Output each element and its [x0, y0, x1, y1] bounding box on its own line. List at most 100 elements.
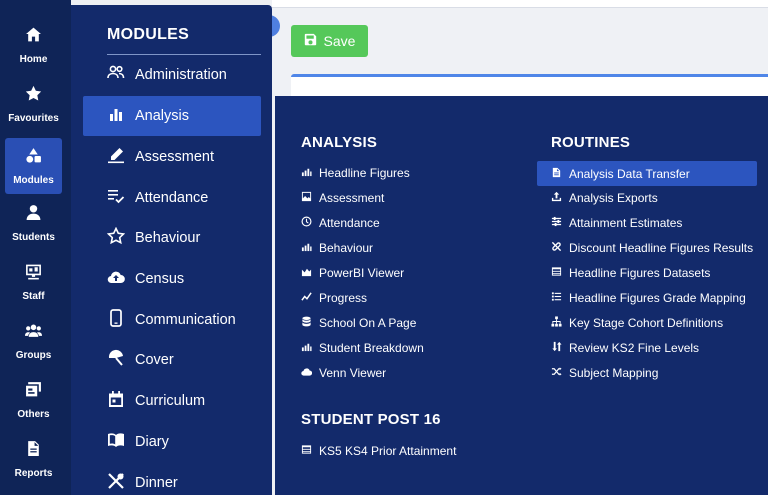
menu-item-label: Analysis Exports: [569, 191, 658, 205]
save-button-label: Save: [323, 33, 356, 49]
menu-item-key-stage-cohort-definitions[interactable]: Key Stage Cohort Definitions: [551, 312, 723, 334]
menu-item-discount-headline-figures-results[interactable]: Discount Headline Figures Results: [551, 237, 753, 259]
upload-icon: [551, 191, 562, 205]
module-item-assessment[interactable]: Assessment: [83, 137, 261, 177]
rail-item-label: Modules: [13, 174, 54, 186]
rail-item-modules[interactable]: Modules: [5, 138, 62, 194]
menu-item-ks5-ks4-prior-attainment[interactable]: KS5 KS4 Prior Attainment: [301, 440, 456, 462]
menu-item-review-ks2-fine-levels[interactable]: Review KS2 Fine Levels: [551, 337, 699, 359]
file-icon: [551, 167, 562, 181]
calendar-icon: [107, 390, 125, 413]
bar-chart-icon: [301, 341, 312, 355]
database-icon: [301, 316, 312, 330]
sort-icon: [551, 341, 562, 355]
chalkboard-icon: [25, 263, 42, 285]
phone-icon: [107, 308, 125, 332]
menu-item-student-breakdown[interactable]: Student Breakdown: [301, 337, 424, 359]
menu-item-headline-figures-grade-mapping[interactable]: Headline Figures Grade Mapping: [551, 287, 746, 309]
module-item-attendance[interactable]: Attendance: [83, 178, 261, 218]
module-item-dinner[interactable]: Dinner: [83, 463, 261, 495]
rail-item-label: Others: [17, 408, 50, 420]
analysis-section-title: ANALYSIS: [301, 134, 378, 151]
module-item-curriculum[interactable]: Curriculum: [83, 381, 261, 421]
menu-item-venn-viewer[interactable]: Venn Viewer: [301, 362, 386, 384]
menu-item-subject-mapping[interactable]: Subject Mapping: [551, 362, 658, 384]
menu-item-label: Venn Viewer: [319, 366, 387, 380]
module-item-label: Census: [135, 271, 185, 287]
menu-item-label: Attendance: [319, 216, 380, 230]
line-chart-icon: [301, 291, 312, 305]
primary-nav-rail: Home Favourites Modules Students Staff G…: [0, 0, 71, 495]
menu-item-powerbi-viewer[interactable]: PowerBI Viewer: [301, 262, 404, 284]
cloud-icon: [301, 366, 313, 380]
image-icon: [301, 191, 312, 205]
module-item-label: Diary: [135, 434, 169, 450]
table-icon: [301, 444, 312, 458]
menu-item-progress[interactable]: Progress: [301, 287, 367, 309]
module-item-label: Behaviour: [135, 230, 201, 246]
rail-item-label: Home: [19, 53, 48, 65]
module-item-analysis[interactable]: Analysis: [83, 96, 261, 136]
shuffle-icon: [551, 366, 562, 380]
menu-item-label: Headline Figures: [319, 166, 410, 180]
menu-item-attainment-estimates[interactable]: Attainment Estimates: [551, 212, 682, 234]
menu-item-behaviour[interactable]: Behaviour: [301, 237, 373, 259]
area-chart-icon: [301, 266, 312, 280]
menu-item-label: Headline Figures Datasets: [569, 266, 711, 280]
menu-item-label: Assessment: [319, 191, 385, 205]
rail-item-home[interactable]: Home: [5, 17, 62, 73]
module-item-behaviour[interactable]: Behaviour: [83, 218, 261, 258]
users-icon: [107, 64, 125, 87]
rail-item-favourites[interactable]: Favourites: [5, 76, 62, 132]
module-item-cover[interactable]: Cover: [83, 340, 261, 380]
module-item-label: Dinner: [135, 475, 178, 491]
menu-item-analysis-data-transfer[interactable]: Analysis Data Transfer: [537, 161, 757, 186]
menu-item-headline-figures[interactable]: Headline Figures: [301, 162, 410, 184]
person-icon: [25, 204, 42, 226]
menu-item-analysis-exports[interactable]: Analysis Exports: [551, 187, 658, 209]
rail-item-students[interactable]: Students: [5, 195, 62, 251]
rail-item-reports[interactable]: Reports: [5, 431, 62, 487]
umbrella-icon: [107, 349, 125, 372]
shapes-icon: [25, 147, 42, 169]
group-icon: [25, 322, 42, 344]
rail-item-label: Staff: [22, 290, 45, 302]
list-check-icon: [107, 187, 125, 210]
content-card: [291, 74, 768, 96]
menu-item-label: Subject Mapping: [569, 366, 659, 380]
module-item-diary[interactable]: Diary: [83, 422, 261, 462]
menu-item-headline-figures-datasets[interactable]: Headline Figures Datasets: [551, 262, 710, 284]
module-item-census[interactable]: Census: [83, 259, 261, 299]
menu-item-label: Headline Figures Grade Mapping: [569, 291, 746, 305]
bar-chart-icon: [301, 241, 312, 255]
module-item-label: Attendance: [135, 190, 209, 206]
table-icon: [551, 266, 562, 280]
module-item-label: Analysis: [135, 108, 189, 124]
rail-item-groups[interactable]: Groups: [5, 313, 62, 369]
unlink-icon: [551, 241, 562, 255]
module-item-communication[interactable]: Communication: [83, 300, 261, 340]
rail-item-label: Reports: [14, 467, 53, 479]
menu-item-label: School On A Page: [319, 316, 417, 330]
save-button[interactable]: Save: [291, 25, 368, 57]
document-icon: [25, 440, 42, 462]
menu-item-school-on-a-page[interactable]: School On A Page: [301, 312, 416, 334]
bar-chart-icon: [107, 105, 125, 128]
module-item-label: Cover: [135, 352, 174, 368]
menu-item-label: Behaviour: [319, 241, 374, 255]
rail-item-staff[interactable]: Staff: [5, 254, 62, 310]
rail-item-label: Favourites: [8, 112, 59, 124]
sliders-icon: [551, 216, 562, 230]
module-item-label: Assessment: [135, 149, 214, 165]
rail-item-others[interactable]: Others: [5, 372, 62, 428]
star-outline-icon: [106, 226, 126, 250]
rail-item-label: Groups: [15, 349, 52, 361]
module-item-administration[interactable]: Administration: [83, 55, 261, 95]
bar-chart-icon: [301, 166, 312, 180]
menu-item-label: Student Breakdown: [319, 341, 424, 355]
menu-item-assessment[interactable]: Assessment: [301, 187, 384, 209]
list-icon: [551, 291, 562, 305]
floppy-disk-icon: [304, 33, 317, 49]
rail-item-label: Students: [12, 231, 55, 243]
menu-item-attendance[interactable]: Attendance: [301, 212, 380, 234]
